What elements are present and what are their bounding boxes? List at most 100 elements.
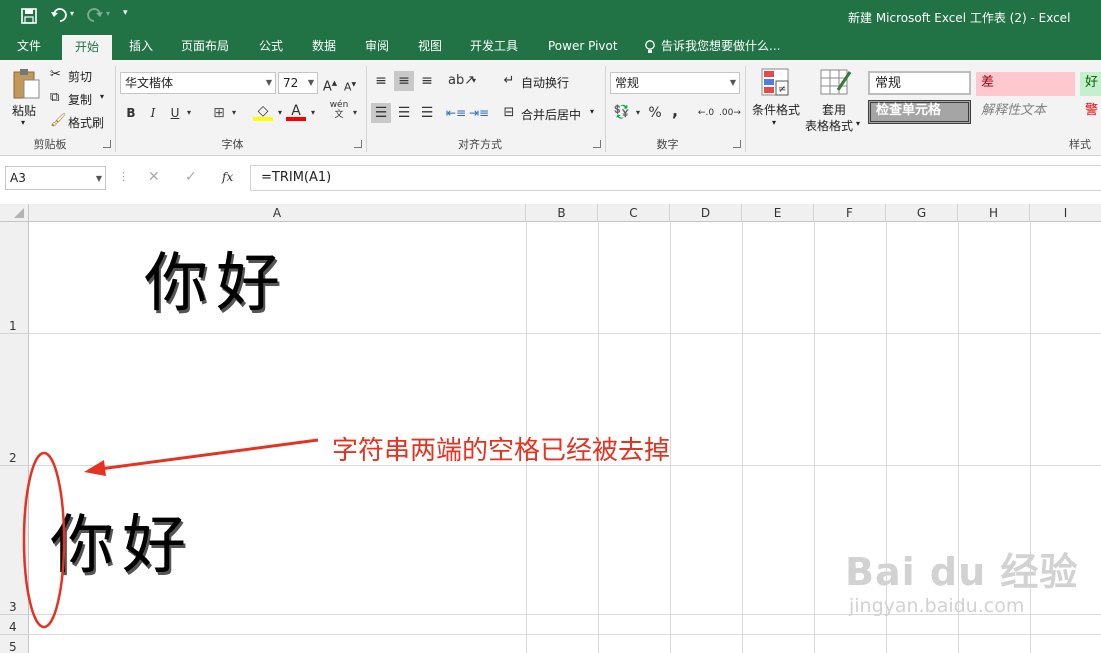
style-bad[interactable]: 差 <box>976 72 1075 96</box>
increase-indent-icon[interactable]: ⇥≡ <box>469 103 489 123</box>
font-launcher-icon[interactable] <box>354 140 362 148</box>
alignment-launcher-icon[interactable] <box>593 140 601 148</box>
number-format-select[interactable]: 常规 ▼ <box>610 72 740 94</box>
style-good-label: 好 <box>1085 75 1099 90</box>
format-as-table-label-2[interactable]: 表格格式 <box>805 117 853 134</box>
italic-button[interactable]: I <box>145 103 161 123</box>
tab-power-pivot[interactable]: Power Pivot <box>548 33 618 60</box>
undo-dropdown-icon[interactable]: ▾ <box>70 9 74 18</box>
paste-dropdown-icon[interactable]: ▾ <box>21 118 25 127</box>
merge-dropdown-icon[interactable]: ▾ <box>590 107 594 116</box>
align-middle-icon[interactable]: ≡ <box>394 71 414 91</box>
style-check-cell[interactable]: 检查单元格 <box>868 100 971 124</box>
conditional-format-dropdown-icon[interactable]: ▾ <box>772 118 776 127</box>
format-painter-button[interactable]: 格式刷 <box>68 114 104 131</box>
format-as-table-dropdown-icon[interactable]: ▾ <box>856 119 860 128</box>
style-warning-label: 警 <box>1085 103 1099 118</box>
redo-icon[interactable] <box>86 7 104 23</box>
increase-decimal-icon[interactable]: ←.0 <box>696 103 716 123</box>
copy-icon[interactable]: ⧉ <box>50 90 59 105</box>
tab-developer[interactable]: 开发工具 <box>470 33 518 60</box>
font-color-dropdown-icon[interactable]: ▾ <box>309 103 317 123</box>
underline-dropdown-icon[interactable]: ▾ <box>185 103 193 123</box>
paste-icon[interactable] <box>11 68 41 100</box>
underline-button[interactable]: U <box>167 103 183 123</box>
style-normal-label: 常规 <box>875 76 902 91</box>
border-dropdown-icon[interactable]: ▾ <box>230 103 238 123</box>
shrink-font-icon[interactable]: A▼ <box>342 75 358 95</box>
number-launcher-icon[interactable] <box>733 140 741 148</box>
worksheet-grid[interactable]: A B C D E F G H I 1 2 3 4 5 你好 你好 字符串两端的… <box>0 204 1101 653</box>
tab-data[interactable]: 数据 <box>312 33 336 60</box>
format-as-table-label-1[interactable]: 套用 <box>822 101 846 118</box>
bold-button[interactable]: B <box>123 103 139 123</box>
tab-file[interactable]: 文件 <box>17 33 41 60</box>
accounting-dropdown-icon[interactable]: ▾ <box>634 103 642 123</box>
style-good[interactable]: 好 <box>1080 72 1101 96</box>
copy-dropdown-icon[interactable]: ▾ <box>100 92 104 101</box>
align-right-icon[interactable]: ☰ <box>417 103 437 123</box>
font-color-icon[interactable]: A <box>286 101 306 121</box>
decrease-decimal-icon[interactable]: .00→ <box>719 103 741 123</box>
name-box[interactable]: A3 ▼ <box>5 166 106 190</box>
tab-formulas[interactable]: 公式 <box>259 33 283 60</box>
grow-font-icon[interactable]: A▲ <box>322 73 338 94</box>
border-icon[interactable]: ⊞ <box>210 103 228 123</box>
chevron-down-icon: ▼ <box>95 174 102 183</box>
format-as-table-icon[interactable] <box>820 68 852 98</box>
style-normal[interactable]: 常规 <box>868 71 971 95</box>
formula-input[interactable]: =TRIM(A1) <box>250 165 1101 191</box>
ribbon-tabs: 文件 开始 插入 页面布局 公式 数据 审阅 视图 开发工具 Power Piv… <box>0 33 1101 60</box>
styles-group-label: 样式 <box>1069 138 1091 151</box>
style-explanatory[interactable]: 解释性文本 <box>976 100 1075 124</box>
copy-button[interactable]: 复制 <box>68 91 92 108</box>
wrap-text-icon[interactable]: ↵ <box>500 71 518 91</box>
wrap-text-button[interactable]: 自动换行 <box>521 74 569 91</box>
paste-label[interactable]: 粘贴 <box>12 102 36 119</box>
align-center-icon[interactable]: ☰ <box>394 103 414 123</box>
phonetic-icon[interactable]: wén 文 <box>329 100 349 120</box>
title-bar: ▾ ▾ ▾ 新建 Microsoft Excel 工作表 (2) - Excel <box>0 0 1101 33</box>
merge-center-button[interactable]: 合并后居中 <box>521 106 581 123</box>
enter-icon[interactable]: ✓ <box>185 169 197 185</box>
tab-view[interactable]: 视图 <box>418 33 442 60</box>
comma-button[interactable]: , <box>668 101 682 121</box>
undo-icon[interactable] <box>50 7 68 23</box>
phonetic-dropdown-icon[interactable]: ▾ <box>351 103 359 123</box>
insert-function-icon[interactable]: fx <box>222 170 233 184</box>
ribbon-home: 粘贴 ▾ ✂ 剪切 ⧉ 复制 ▾ 🖌 格式刷 剪贴板 华文楷体 ▼ 72 ▼ A▲ … <box>0 60 1101 156</box>
style-bad-label: 差 <box>981 75 995 90</box>
cut-icon[interactable]: ✂ <box>50 67 61 82</box>
conditional-format-icon[interactable]: ≠ <box>761 68 791 98</box>
orientation-icon[interactable]: ab↗ <box>448 71 475 91</box>
conditional-format-button[interactable]: 条件格式 <box>752 101 800 118</box>
style-warning[interactable]: 警 <box>1080 100 1101 124</box>
align-top-icon[interactable]: ≡ <box>371 71 391 91</box>
font-name-value: 华文楷体 <box>125 76 174 90</box>
accounting-format-icon[interactable]: 💱 <box>612 103 632 123</box>
tell-me-box[interactable]: 告诉我您想要做什么... <box>661 33 780 60</box>
clipboard-launcher-icon[interactable] <box>103 140 111 148</box>
percent-button[interactable]: % <box>646 103 664 123</box>
decrease-indent-icon[interactable]: ⇤≡ <box>446 103 466 123</box>
save-icon[interactable] <box>21 8 37 24</box>
format-painter-icon[interactable]: 🖌 <box>50 113 67 128</box>
customize-toolbar-icon[interactable]: ▾ <box>123 8 128 18</box>
fill-color-dropdown-icon[interactable]: ▾ <box>276 103 284 123</box>
divider <box>366 66 367 152</box>
orientation-dropdown-icon[interactable]: ▾ <box>470 71 478 91</box>
cut-button[interactable]: 剪切 <box>68 68 92 85</box>
font-name-select[interactable]: 华文楷体 ▼ <box>120 72 276 94</box>
cancel-icon[interactable]: ✕ <box>148 169 160 185</box>
tab-review[interactable]: 审阅 <box>365 33 389 60</box>
tab-home[interactable]: 开始 <box>62 35 113 60</box>
tab-insert[interactable]: 插入 <box>129 33 153 60</box>
fill-color-icon[interactable]: ◇ <box>253 101 273 121</box>
annotation-arrow-line <box>99 438 319 471</box>
align-left-icon[interactable]: ☰ <box>371 103 391 123</box>
align-bottom-icon[interactable]: ≡ <box>417 71 437 91</box>
lightbulb-icon <box>645 40 655 53</box>
merge-center-icon[interactable]: ⊟ <box>500 103 518 123</box>
font-size-select[interactable]: 72 ▼ <box>278 72 318 94</box>
tab-page-layout[interactable]: 页面布局 <box>181 33 229 60</box>
